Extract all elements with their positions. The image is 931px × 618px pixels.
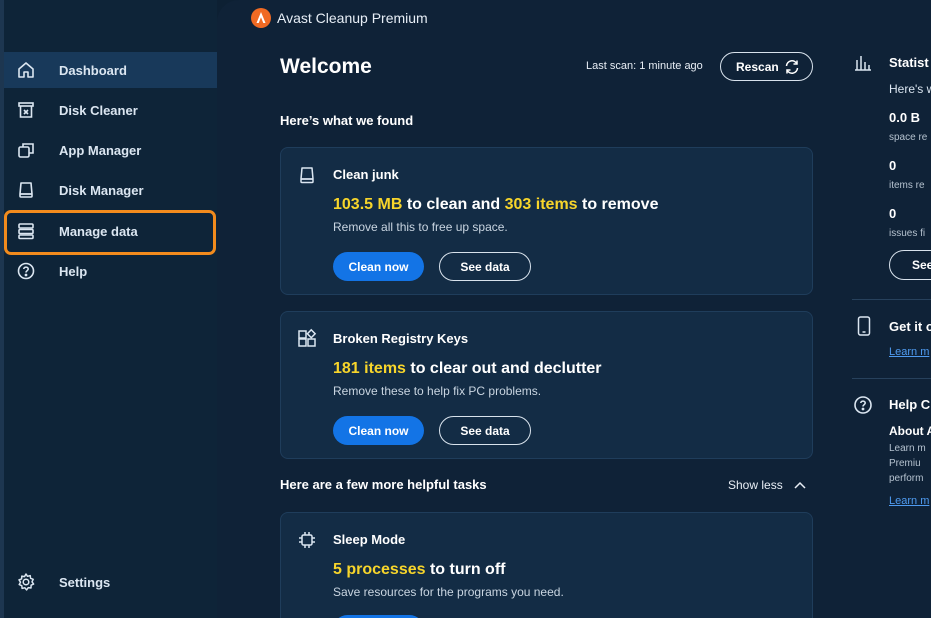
main-content: Avast Cleanup Premium Welcome Last scan:…	[217, 0, 931, 618]
mobile-promo-title: Get it o	[889, 319, 931, 334]
card-subtitle: Remove these to help fix PC problems.	[333, 384, 542, 398]
sidebar-item-label: Settings	[59, 574, 111, 590]
help-description-line: Learn m	[889, 443, 926, 454]
clean-junk-card: Clean junk 103.5 MB to clean and 303 ite…	[280, 147, 813, 295]
see-data-button[interactable]: See data	[439, 252, 531, 281]
home-icon	[18, 62, 34, 78]
show-less-label: Show less	[728, 478, 783, 492]
card-headline: 103.5 MB to clean and 303 items to remov…	[333, 196, 659, 213]
windows-icon	[18, 143, 34, 158]
refresh-icon	[785, 60, 799, 74]
drive-icon	[19, 182, 33, 198]
sidebar-item-disk-manager[interactable]: Disk Manager	[4, 172, 217, 208]
mobile-phone-icon	[857, 316, 871, 336]
stat-issues-label: issues fi	[889, 228, 926, 239]
stat-space-label: space re	[889, 132, 928, 143]
avast-logo-icon	[251, 8, 271, 28]
app-title-bar: Avast Cleanup Premium	[251, 8, 428, 28]
see-statistics-button[interactable]: See	[889, 250, 931, 280]
chevron-up-icon	[794, 481, 806, 489]
card-title: Sleep Mode	[333, 532, 406, 547]
sidebar-item-disk-cleaner[interactable]: Disk Cleaner	[4, 92, 217, 128]
show-less-toggle[interactable]: Show less	[728, 478, 806, 492]
stat-space-value: 0.0 B	[889, 110, 921, 125]
sidebar-item-dashboard[interactable]: Dashboard	[4, 52, 217, 88]
registry-items-value: 181 items	[333, 360, 406, 377]
rescan-button[interactable]: Rescan	[720, 52, 813, 81]
clean-now-button[interactable]: Clean now	[333, 416, 424, 445]
chip-icon	[299, 532, 315, 548]
page-title: Welcome	[280, 55, 372, 78]
card-subtitle: Remove all this to free up space.	[333, 220, 508, 234]
card-title: Clean junk	[333, 167, 399, 182]
stat-items-value: 0	[889, 158, 897, 173]
tasks-section-title: Here are a few more helpful tasks	[280, 477, 487, 492]
sidebar-item-label: Disk Cleaner	[59, 102, 138, 118]
rescan-label: Rescan	[736, 59, 779, 74]
drive-icon	[300, 167, 314, 184]
sidebar: Dashboard Disk Cleaner App Manager Disk …	[4, 0, 217, 618]
found-section-title: Here’s what we found	[280, 113, 414, 128]
processes-value: 5 processes	[333, 561, 426, 578]
help-icon	[854, 396, 872, 414]
divider	[852, 299, 931, 300]
trash-icon	[18, 102, 34, 118]
sidebar-item-label: Disk Manager	[59, 182, 144, 198]
statistics-chart-icon	[855, 56, 871, 71]
last-scan-text: Last scan: 1 minute ago	[586, 60, 703, 72]
card-subtitle: Save resources for the programs you need…	[333, 585, 564, 599]
stat-issues-value: 0	[889, 206, 897, 221]
see-data-button[interactable]: See data	[439, 416, 531, 445]
card-headline: 181 items to clear out and declutter	[333, 360, 602, 377]
sleep-mode-card: Sleep Mode 5 processes to turn off Save …	[280, 512, 813, 618]
sidebar-item-label: Dashboard	[59, 62, 127, 78]
broken-registry-card: Broken Registry Keys 181 items to clear …	[280, 311, 813, 459]
stat-items-label: items re	[889, 180, 925, 191]
help-about-title: About A	[889, 424, 931, 438]
card-headline: 5 processes to turn off	[333, 561, 506, 578]
highlight-annotation-box	[4, 210, 216, 255]
gear-icon	[18, 573, 35, 591]
junk-size-value: 103.5 MB	[333, 196, 403, 213]
sidebar-item-label: App Manager	[59, 142, 142, 158]
sidebar-item-app-manager[interactable]: App Manager	[4, 132, 217, 168]
app-title: Avast Cleanup Premium	[277, 10, 428, 26]
help-description-line: perform	[889, 473, 924, 484]
statistics-intro: Here's w	[889, 82, 931, 96]
sidebar-item-label: Help	[59, 263, 88, 279]
help-learn-more-link[interactable]: Learn m	[889, 495, 929, 507]
divider	[852, 378, 931, 379]
registry-blocks-icon	[298, 328, 317, 347]
junk-items-value: 303 items	[504, 196, 578, 213]
clean-now-button[interactable]: Clean now	[333, 252, 424, 281]
sidebar-item-settings[interactable]: Settings	[4, 564, 217, 600]
mobile-learn-more-link[interactable]: Learn m	[889, 346, 929, 358]
help-description-line: Premiu	[889, 458, 921, 469]
card-title: Broken Registry Keys	[333, 331, 469, 346]
help-icon	[17, 262, 35, 280]
sidebar-item-help[interactable]: Help	[4, 253, 217, 289]
help-center-title: Help C	[889, 397, 931, 412]
statistics-title: Statist	[889, 55, 929, 70]
